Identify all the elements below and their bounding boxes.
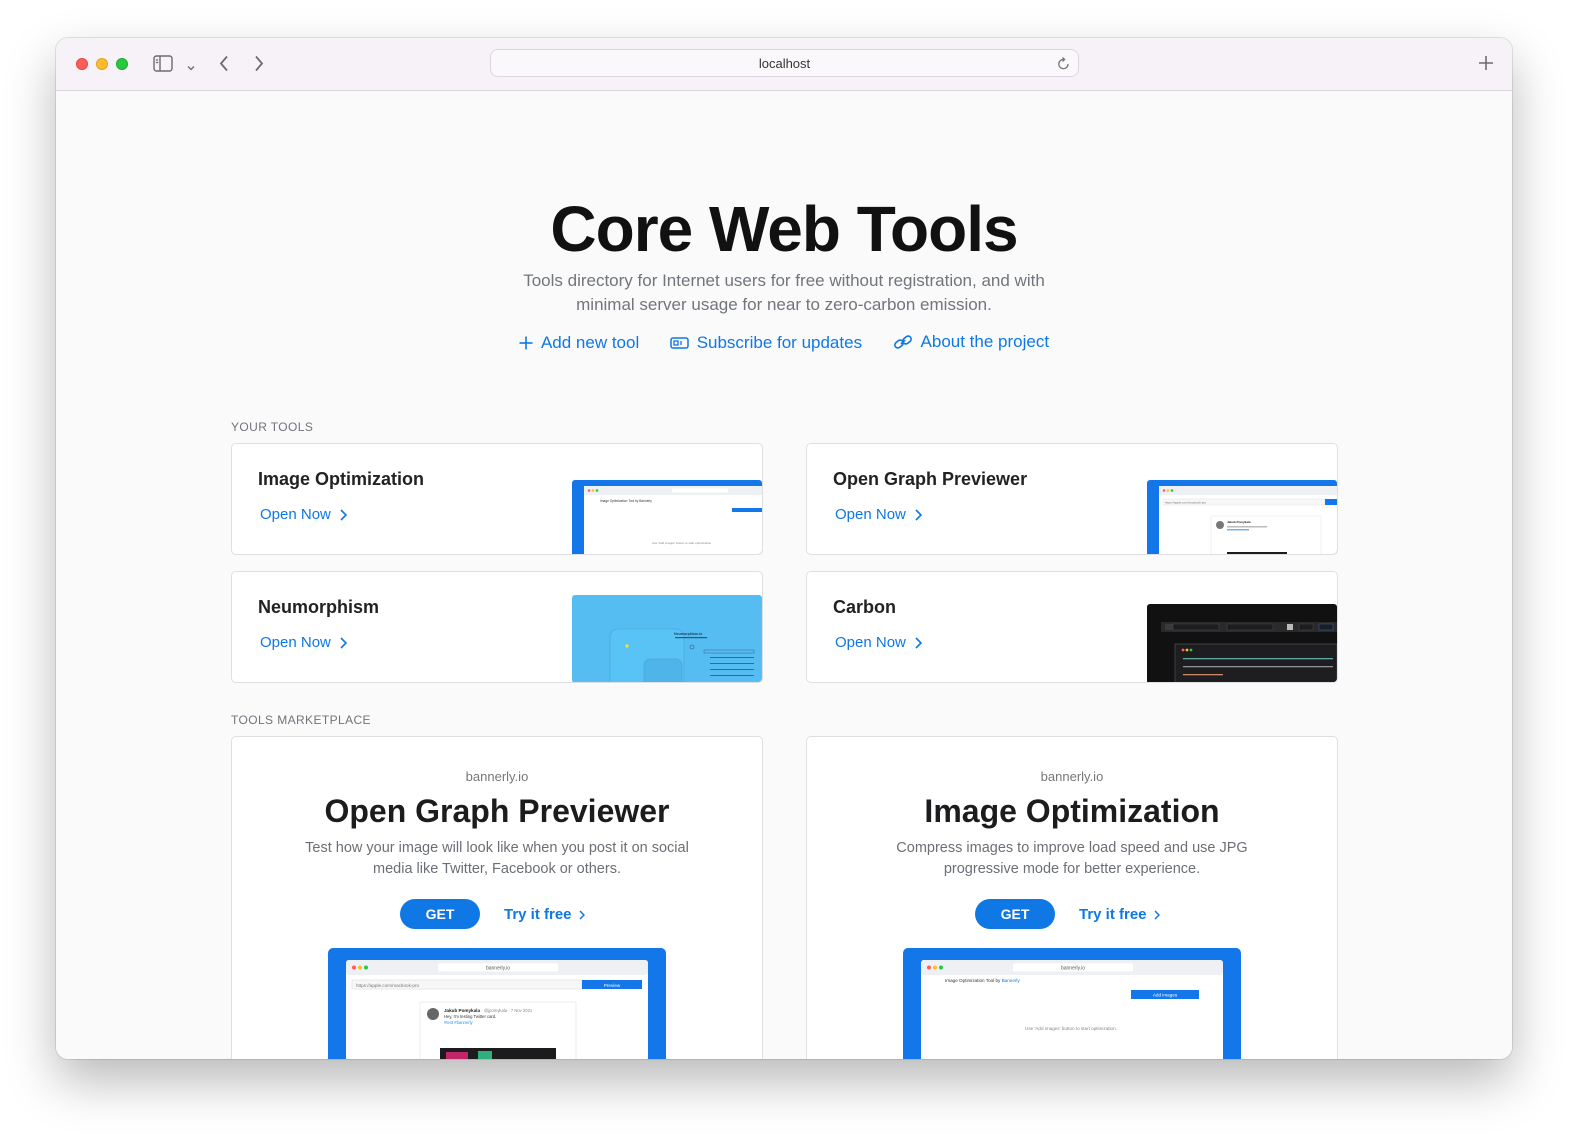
tool-name: Neumorphism: [258, 597, 380, 617]
image-optimization-thumbnail: Image Optimization Tool by Bannerly Use …: [572, 480, 762, 554]
thumb-author: Jakub Pomykala: [1227, 520, 1251, 524]
subscribe-label: Subscribe for updates: [696, 333, 863, 352]
open-now-label: Open Now: [835, 634, 906, 651]
minimize-window-button[interactable]: [96, 58, 108, 70]
open-graph-thumbnail: https://apple.com/macbook-pro Jakub Pomy…: [1147, 480, 1337, 554]
address-text: localhost: [758, 56, 811, 71]
shot-tweet-text: Hey, I'm testing Twitter card.: [444, 1014, 496, 1019]
shot-address: bannerly.io: [486, 966, 510, 972]
open-now-label: Open Now: [835, 506, 906, 523]
new-tab-icon[interactable]: [1478, 55, 1494, 74]
your-tools-heading: YOUR TOOLS: [231, 420, 314, 434]
open-now-label: Open Now: [260, 634, 331, 651]
hero-links: Add new tool Subscribe for updates About…: [56, 332, 1512, 355]
neumorphism-thumbnail: Neumorphism.io: [572, 595, 762, 682]
get-button[interactable]: GET: [975, 899, 1055, 929]
thumb-hint: Use 'Add images' button to start optimiz…: [652, 541, 712, 545]
subscribe-link[interactable]: Subscribe for updates: [669, 333, 863, 353]
product-description: Compress images to improve load speed an…: [896, 840, 1248, 877]
shot-add-images-button: Add images: [1153, 993, 1178, 998]
shot-tweet-author: Jakub Pomykala: [444, 1008, 480, 1013]
open-now-link[interactable]: Open Now: [835, 634, 922, 651]
chevron-right-icon: [915, 508, 922, 521]
mailbox-icon: [669, 337, 689, 349]
browser-toolbar: localhost: [56, 38, 1512, 91]
product-title: Image Optimization: [924, 793, 1220, 829]
try-it-free-link[interactable]: Try it free: [504, 906, 585, 923]
open-now-link[interactable]: Open Now: [260, 506, 347, 523]
page-content: Core Web Tools Tools directory for Inter…: [56, 92, 1512, 1059]
try-it-free-label: Try it free: [504, 906, 572, 923]
open-now-label: Open Now: [260, 506, 331, 523]
marketplace-card-open-graph: bannerly.io Open Graph Previewer Test ho…: [231, 736, 763, 1059]
open-now-link[interactable]: Open Now: [835, 506, 922, 523]
tool-name: Carbon: [833, 597, 896, 617]
address-bar[interactable]: localhost: [490, 49, 1079, 77]
forward-icon[interactable]: [254, 55, 264, 75]
product-title: Open Graph Previewer: [324, 793, 670, 829]
shot-tweet-handle: @jpomykala · 7 Nov 2021: [484, 1008, 533, 1013]
back-icon[interactable]: [219, 55, 229, 75]
thumb-heading: Image Optimization Tool by Bannerly: [600, 499, 652, 503]
tool-card-neumorphism[interactable]: Neumorphism Open Now Neumorphism.io: [231, 571, 763, 683]
product-description: Test how your image will look like when …: [305, 840, 689, 877]
reload-icon[interactable]: [1057, 55, 1071, 76]
try-it-free-link[interactable]: Try it free: [1079, 906, 1160, 923]
shot-heading-brand: Bannerly: [1002, 978, 1021, 983]
shot-hint: Use 'Add images' button to start optimiz…: [1025, 1026, 1117, 1031]
close-window-button[interactable]: [76, 58, 88, 70]
marketplace-card-image-optimization: bannerly.io Image Optimization Compress …: [806, 736, 1338, 1059]
add-new-tool-link[interactable]: Add new tool: [519, 333, 639, 353]
chevron-right-icon: [915, 636, 922, 649]
shot-heading: Image Optimization Tool by Bannerly: [945, 978, 1020, 983]
marketplace-heading: TOOLS MARKETPLACE: [231, 713, 371, 727]
shot-heading-prefix: Image Optimization Tool by: [945, 978, 1002, 983]
browser-window: localhost Core Web Tools Tools directory…: [56, 38, 1512, 1059]
open-graph-preview-screenshot: bannerly.io https://apple.com/macbook-pr…: [328, 948, 666, 1059]
image-optimization-screenshot: bannerly.io Image Optimization Tool by B…: [903, 948, 1241, 1059]
tool-name: Open Graph Previewer: [833, 469, 1028, 489]
chevron-right-icon: [579, 909, 585, 920]
link-icon: [893, 335, 912, 349]
zoom-window-button[interactable]: [116, 58, 128, 70]
about-project-label: About the project: [920, 332, 1050, 351]
shot-preview-button: Preview: [604, 983, 621, 988]
chevron-right-icon: [1154, 909, 1160, 920]
page-title: Core Web Tools: [550, 193, 1018, 265]
get-button[interactable]: GET: [400, 899, 480, 929]
shot-address: bannerly.io: [1061, 966, 1085, 972]
tool-card-carbon[interactable]: Carbon Open Now: [806, 571, 1338, 683]
shot-tweet-tags: #test #bannerly: [444, 1020, 474, 1025]
tool-card-open-graph-previewer[interactable]: Open Graph Previewer Open Now https://ap…: [806, 443, 1338, 555]
add-new-tool-label: Add new tool: [540, 333, 640, 352]
try-it-free-label: Try it free: [1079, 906, 1147, 923]
page-subtitle: Tools directory for Internet users for f…: [523, 271, 1045, 314]
shot-url-input: https://apple.com/macbook-pro: [356, 983, 420, 988]
vendor-name: bannerly.io: [465, 769, 529, 784]
carbon-thumbnail: [1147, 604, 1337, 682]
vendor-name: bannerly.io: [1040, 769, 1104, 784]
about-project-link[interactable]: About the project: [893, 332, 1050, 352]
sidebar-toggle-icon[interactable]: [153, 55, 173, 75]
plus-icon: [519, 336, 533, 350]
tool-card-image-optimization[interactable]: Image Optimization Open Now Image Optimi…: [231, 443, 763, 555]
thumb-heading: Neumorphism.io: [674, 632, 703, 636]
open-now-link[interactable]: Open Now: [260, 634, 347, 651]
chevron-down-icon[interactable]: [187, 57, 195, 75]
thumb-url: https://apple.com/macbook-pro: [1165, 501, 1207, 505]
chevron-right-icon: [340, 636, 347, 649]
tool-name: Image Optimization: [258, 469, 425, 489]
chevron-right-icon: [340, 508, 347, 521]
